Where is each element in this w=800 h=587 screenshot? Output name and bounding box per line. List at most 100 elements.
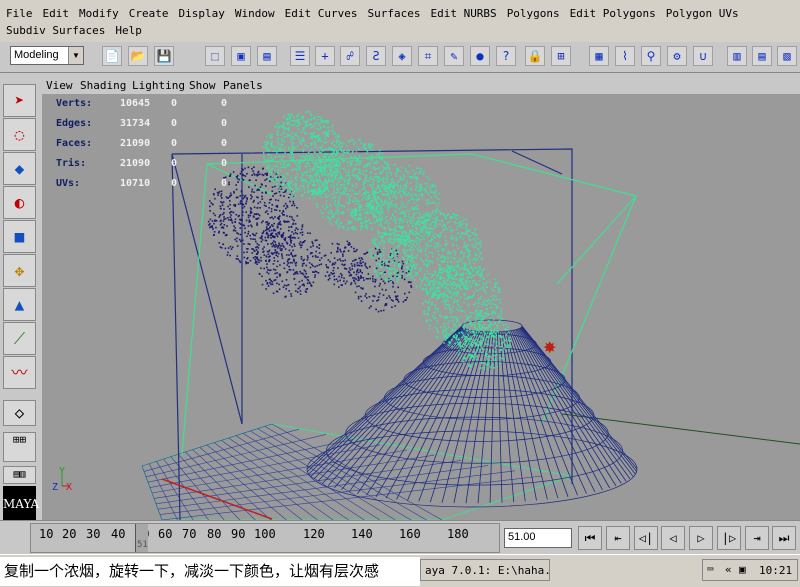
new-scene-icon[interactable]: 📄 <box>102 46 122 66</box>
single-perspective-layout-icon[interactable]: ◇ <box>3 400 36 426</box>
play-forwards-icon[interactable]: ▷ <box>689 526 713 550</box>
step-back-key-icon[interactable]: ◁| <box>634 526 658 550</box>
history-icon[interactable]: ✎ <box>444 46 464 66</box>
panel-menu-show[interactable]: Show <box>189 79 216 92</box>
step-forward-key-icon[interactable]: |▷ <box>717 526 741 550</box>
help-icon[interactable]: ? <box>496 46 516 66</box>
clock: 10:21 <box>759 564 793 577</box>
grid-lines <box>141 423 543 520</box>
smoke-particles-green <box>262 110 512 370</box>
step-forward-frame-icon[interactable]: ⇥ <box>745 526 769 550</box>
step-back-frame-icon[interactable]: ⇤ <box>606 526 630 550</box>
hud-row-tris: Tris: 21090 0 0 <box>56 158 228 169</box>
current-frame-field[interactable]: 51.00 <box>504 528 572 548</box>
hud-row-faces: Faces: 21090 0 0 <box>56 138 228 149</box>
menu-help[interactable]: Help <box>115 24 142 40</box>
tick-label: 120 <box>303 527 325 541</box>
menu-edit-polygons[interactable]: Edit Polygons <box>570 7 656 23</box>
magnet-icon[interactable]: ∪ <box>693 46 713 66</box>
hud-row-verts: Verts: 10645 0 0 <box>56 98 228 109</box>
snap-view-plane-icon[interactable]: ◈ <box>392 46 412 66</box>
tick-label: 10 <box>39 527 54 541</box>
make-live-icon[interactable]: ⌗ <box>418 46 438 66</box>
lasso-tool-icon[interactable]: ◌ <box>3 118 36 151</box>
tick-label: 100 <box>254 527 276 541</box>
menu-subdiv-surfaces[interactable]: Subdiv Surfaces <box>6 24 105 40</box>
menu-edit-curves[interactable]: Edit Curves <box>285 7 358 23</box>
menu-surfaces[interactable]: Surfaces <box>367 7 420 23</box>
expand-tray-icon[interactable]: « <box>725 563 732 576</box>
panel-menu-view[interactable]: View <box>46 79 73 92</box>
menu-window[interactable]: Window <box>235 7 275 23</box>
play-backwards-icon[interactable]: ◁ <box>661 526 685 550</box>
current-time-indicator[interactable]: 51 <box>135 524 148 552</box>
four-view-layout-icon[interactable]: ⊞⊞ <box>3 432 36 462</box>
status-line: Modeling ▼ 📄 📂 💾 ⬚ ▣ ▤ ☰ + ☍ Ƨ ◈ ⌗ ✎ ● ?… <box>0 42 800 73</box>
select-component-icon[interactable]: ▤ <box>257 46 277 66</box>
tick-label: 90 <box>231 527 246 541</box>
scale-tool-icon[interactable]: ■ <box>3 220 36 253</box>
menu-polygons[interactable]: Polygons <box>507 7 560 23</box>
rotate-tool-icon[interactable]: ◐ <box>3 186 36 219</box>
select-hierarchy-icon[interactable]: ⬚ <box>205 46 225 66</box>
render-icon[interactable]: ● <box>470 46 490 66</box>
panel-menu-lighting[interactable]: Lighting <box>132 79 185 92</box>
tick-label: 180 <box>447 527 469 541</box>
menu-edit-nurbs[interactable]: Edit NURBS <box>430 7 496 23</box>
go-to-start-icon[interactable]: ⏮ <box>578 526 602 550</box>
snap-options-icon[interactable]: ☰ <box>290 46 310 66</box>
system-tray: ⌨ « ▣ 10:21 <box>702 559 798 581</box>
menu-create[interactable]: Create <box>129 7 169 23</box>
maya-logo: MAYA <box>3 486 39 522</box>
tick-label: 70 <box>182 527 197 541</box>
x-axis-line <box>161 478 273 520</box>
menu-modify[interactable]: Modify <box>79 7 119 23</box>
snap-grid-icon[interactable]: + <box>315 46 335 66</box>
hud-row-edges: Edges: 31734 0 0 <box>56 118 228 129</box>
last-tool-icon[interactable]: 〰 <box>3 356 36 389</box>
panel-menubar: View Shading Lighting Show Panels <box>42 78 800 94</box>
channel-box-icon[interactable]: ▥ <box>727 46 747 66</box>
go-to-end-icon[interactable]: ⏭ <box>772 526 796 550</box>
graph-editor-icon[interactable]: ⌇ <box>615 46 635 66</box>
mode-dropdown[interactable]: Modeling ▼ <box>10 46 84 65</box>
axis-x-label: X <box>66 482 72 493</box>
chevron-down-icon[interactable]: ▼ <box>68 47 83 64</box>
ipr-render-icon[interactable]: ⊞ <box>551 46 571 66</box>
tool-settings-icon[interactable]: ▧ <box>777 46 797 66</box>
axis-z-label: Z <box>52 482 58 493</box>
open-scene-icon[interactable]: 📂 <box>128 46 148 66</box>
menu-file[interactable]: File <box>6 7 33 23</box>
keyboard-icon[interactable]: ⌨ <box>707 563 714 576</box>
time-ruler[interactable]: 10 20 30 40 50 60 70 80 90 100 120 140 1… <box>30 523 500 553</box>
tick-label: 160 <box>399 527 421 541</box>
select-tool-icon[interactable]: ➤ <box>3 84 36 117</box>
outliner-layout-icon[interactable]: ▤▥ <box>3 466 36 484</box>
maya-task-button[interactable]: aya 7.0.1: E:\haha... <box>420 559 550 581</box>
layer-editor-icon[interactable]: ▤ <box>752 46 772 66</box>
lock-icon[interactable]: 🔒 <box>525 46 545 66</box>
perspective-viewport[interactable]: ✸ Y Z X Verts: 10645 0 0 Edges: 31734 0 … <box>42 94 800 520</box>
show-manipulator-icon[interactable]: ⟋ <box>3 322 36 355</box>
panel-menu-shading[interactable]: Shading <box>80 79 126 92</box>
axis-y-label: Y <box>59 466 65 477</box>
tick-label: 30 <box>86 527 101 541</box>
menu-edit[interactable]: Edit <box>43 7 70 23</box>
save-scene-icon[interactable]: 💾 <box>154 46 174 66</box>
panel-menu-panels[interactable]: Panels <box>223 79 263 92</box>
universal-manipulator-icon[interactable]: ✥ <box>3 254 36 287</box>
tick-label: 40 <box>111 527 126 541</box>
menu-row-2: Subdiv Surfaces Help <box>6 24 152 40</box>
outliner-icon[interactable]: ⚲ <box>641 46 661 66</box>
snap-curve-icon[interactable]: ☍ <box>340 46 360 66</box>
attribute-editor-icon[interactable]: ⚙ <box>667 46 687 66</box>
menu-display[interactable]: Display <box>179 7 225 23</box>
snap-point-icon[interactable]: Ƨ <box>366 46 386 66</box>
mode-dropdown-value: Modeling <box>14 49 59 61</box>
select-object-icon[interactable]: ▣ <box>231 46 251 66</box>
hypershade-icon[interactable]: ▦ <box>589 46 609 66</box>
move-tool-icon[interactable]: ◆ <box>3 152 36 185</box>
network-icon[interactable]: ▣ <box>739 563 746 576</box>
menu-polygon-uvs[interactable]: Polygon UVs <box>666 7 739 23</box>
soft-modification-icon[interactable]: ▲ <box>3 288 36 321</box>
